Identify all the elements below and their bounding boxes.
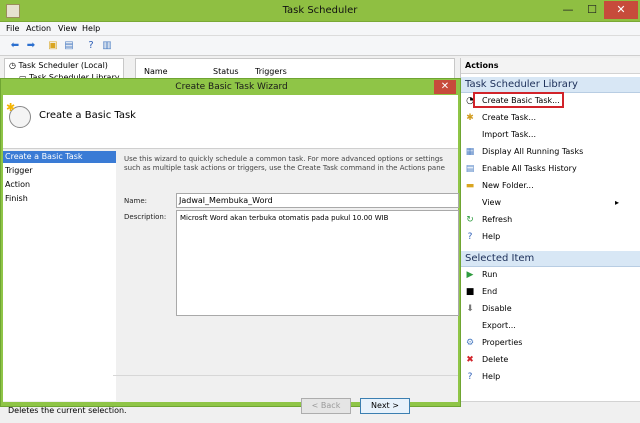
help-icon: ?: [467, 372, 473, 382]
section-task-scheduler-library[interactable]: Task Scheduler Library: [461, 77, 640, 93]
section-label: Selected Item: [465, 253, 535, 264]
action-create-task[interactable]: ✱ Create Task...: [465, 110, 635, 126]
help-icon: ?: [467, 232, 473, 242]
action-help[interactable]: ? Help: [465, 229, 635, 245]
action-view[interactable]: View ▸: [465, 195, 635, 211]
wizard-heading: Create a Basic Task: [39, 110, 136, 121]
step-create-basic-task[interactable]: Create a Basic Task: [3, 151, 116, 163]
running-tasks-icon: ▦: [465, 147, 475, 157]
action-refresh[interactable]: ↻ Refresh: [465, 212, 635, 228]
tree-item-task-scheduler-local[interactable]: ◷ Task Scheduler (Local): [9, 61, 108, 70]
title-bar: Task Scheduler — ☐ ✕: [0, 0, 640, 22]
properties-icon: ⚙: [465, 338, 475, 348]
run-icon: ▶: [466, 270, 474, 280]
delete-icon: ✖: [466, 355, 474, 365]
wizard-body: ✱ Create a Basic Task Create a Basic Tas…: [3, 95, 459, 414]
end-icon: ■: [465, 287, 475, 297]
create-basic-task-wizard: Create Basic Task Wizard ✕ ✱ Create a Ba…: [0, 78, 461, 414]
toolbar: ⬅ ➡ ▣ ▤ ? ▥: [0, 36, 640, 56]
window-title: Task Scheduler: [282, 5, 358, 16]
history-icon: ▤: [465, 164, 475, 174]
action-disable[interactable]: ⬇ Disable: [465, 301, 635, 317]
show-hide-action-pane-icon[interactable]: ▥: [100, 39, 114, 52]
status-text: Deletes the current selection.: [8, 406, 127, 415]
action-properties[interactable]: ⚙ Properties: [465, 335, 635, 351]
actions-header-label: Actions: [465, 61, 499, 70]
wizard-close-button[interactable]: ✕: [434, 80, 456, 94]
step-finish[interactable]: Finish: [3, 193, 116, 205]
close-button[interactable]: ✕: [604, 1, 638, 19]
clock-icon: ◷: [9, 61, 16, 70]
submenu-arrow-icon: ▸: [615, 198, 620, 207]
action-enable-tasks-history[interactable]: ▤ Enable All Tasks History: [465, 161, 635, 177]
step-action[interactable]: Action: [3, 179, 116, 191]
show-hide-tree-icon[interactable]: ▤: [62, 39, 76, 52]
help-icon[interactable]: ?: [84, 39, 98, 52]
description-textarea[interactable]: Microsft Word akan terbuka otomatis pada…: [176, 210, 459, 316]
action-export[interactable]: Export...: [465, 318, 635, 334]
task-list-header: Name Status Triggers: [135, 58, 455, 80]
disable-icon: ⬇: [466, 304, 474, 314]
menu-view[interactable]: View: [58, 24, 77, 33]
menu-file[interactable]: File: [6, 24, 19, 33]
star-icon: ✱: [6, 101, 16, 114]
description-label: Description:: [124, 213, 167, 221]
menu-bar: File Action View Help: [0, 22, 640, 36]
action-display-running-tasks[interactable]: ▦ Display All Running Tasks: [465, 144, 635, 160]
action-end[interactable]: ■ End: [465, 284, 635, 300]
tree-item-label: Task Scheduler (Local): [18, 61, 108, 70]
actions-pane: Actions Task Scheduler Library ◔ Create …: [460, 58, 640, 401]
section-label: Task Scheduler Library: [465, 79, 578, 90]
maximize-button[interactable]: ☐: [580, 1, 604, 19]
refresh-icon: ↻: [466, 215, 474, 225]
back-button[interactable]: < Back: [301, 398, 351, 414]
menu-help[interactable]: Help: [82, 24, 100, 33]
section-selected-item[interactable]: Selected Item: [461, 251, 640, 267]
forward-arrow-icon[interactable]: ➡: [24, 39, 38, 52]
highlight-create-basic-task: [473, 92, 564, 108]
next-button[interactable]: Next >: [360, 398, 410, 414]
column-header-status[interactable]: Status: [213, 67, 239, 76]
action-new-folder[interactable]: ▬ New Folder...: [465, 178, 635, 194]
name-input[interactable]: Jadwal_Membuka_Word: [176, 193, 459, 208]
action-help-selected[interactable]: ? Help: [465, 369, 635, 385]
menu-action[interactable]: Action: [26, 24, 51, 33]
action-run[interactable]: ▶ Run: [465, 267, 635, 283]
wizard-description: Use this wizard to quickly schedule a co…: [124, 155, 445, 172]
wizard-title: Create Basic Task Wizard: [175, 82, 288, 92]
column-header-triggers[interactable]: Triggers: [255, 67, 287, 76]
footer-divider: [113, 375, 458, 376]
step-trigger[interactable]: Trigger: [3, 165, 116, 177]
action-import-task[interactable]: Import Task...: [465, 127, 635, 143]
actions-header: Actions: [461, 58, 640, 74]
action-delete[interactable]: ✖ Delete: [465, 352, 635, 368]
column-header-name[interactable]: Name: [144, 67, 168, 76]
new-folder-icon: ▬: [465, 181, 475, 191]
wizard-header: ✱ Create a Basic Task: [3, 95, 458, 149]
create-task-icon: ✱: [466, 113, 474, 123]
back-arrow-icon[interactable]: ⬅: [8, 39, 22, 52]
minimize-button[interactable]: —: [556, 1, 580, 19]
wizard-steps: Create a Basic Task Trigger Action Finis…: [3, 151, 116, 401]
name-label: Name:: [124, 197, 148, 205]
up-folder-icon[interactable]: ▣: [46, 39, 60, 52]
